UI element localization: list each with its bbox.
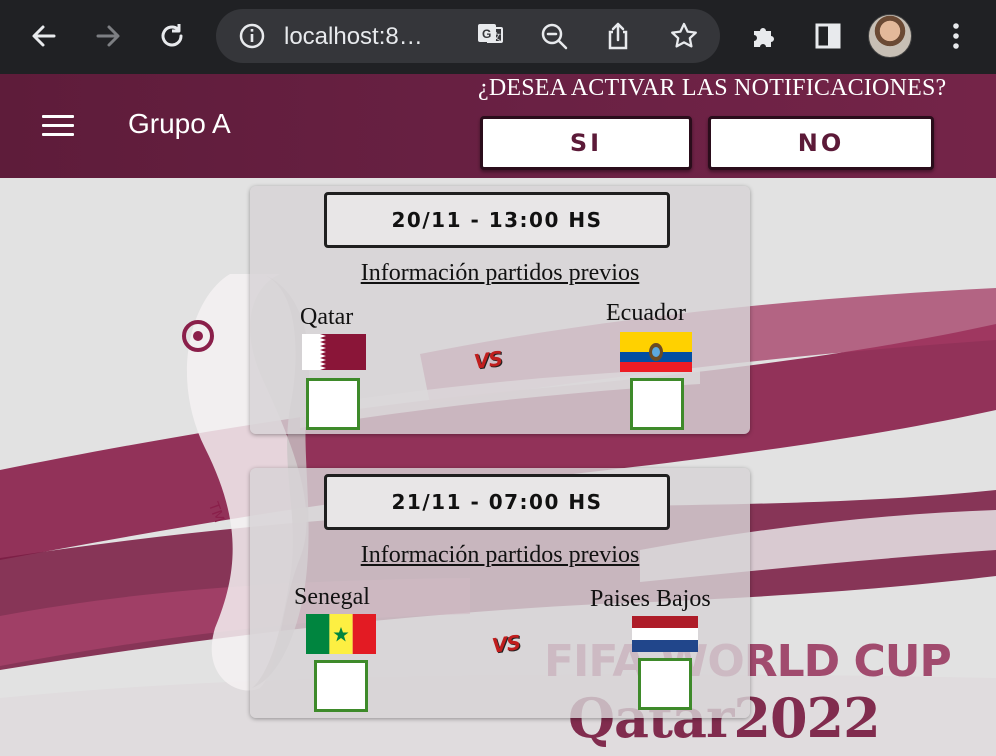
extensions-icon[interactable] [742,14,786,58]
more-icon[interactable] [934,14,978,58]
zoom-icon[interactable] [538,20,570,52]
ecuador-flag-icon [620,332,692,372]
qatar-flag-icon [302,334,366,370]
match-datetime: 20/11 - 13:00 HS [324,192,670,248]
url-text[interactable]: localhost:8… [284,23,423,51]
home-team-checkbox[interactable] [306,378,360,430]
away-team-checkbox[interactable] [638,658,692,710]
vs-label: VS [490,630,522,658]
notification-question: ¿DESEA ACTIVAR LAS NOTIFICACIONES? [478,75,947,101]
match-card: 20/11 - 13:00 HS Información partidos pr… [250,186,750,434]
browser-toolbar: localhost:8… G文 [0,0,996,74]
reload-icon[interactable] [150,14,194,58]
forward-icon[interactable] [86,14,130,58]
match-datetime: 21/11 - 07:00 HS [324,474,670,530]
svg-text:文: 文 [492,31,501,43]
away-team-checkbox[interactable] [630,378,684,430]
home-team-name: Senegal [294,584,370,610]
home-team-checkbox[interactable] [314,660,368,712]
hamburger-menu-icon[interactable] [42,115,74,139]
translate-icon[interactable]: G文 [474,20,506,52]
sidepanel-icon[interactable] [806,14,850,58]
away-team-name: Paises Bajos [590,586,711,612]
previous-matches-link[interactable]: Información partidos previos [250,542,750,569]
app-header: Grupo A ¿DESEA ACTIVAR LAS NOTIFICACIONE… [0,74,996,178]
notifications-no-button[interactable]: NO [708,116,934,170]
netherlands-flag-icon [632,616,698,652]
away-team-name: Ecuador [606,300,686,326]
vs-label: VS [472,346,504,374]
avatar[interactable] [868,14,912,58]
notifications-yes-button[interactable]: SI [480,116,692,170]
svg-text:G: G [482,27,491,41]
match-card: 21/11 - 07:00 HS Información partidos pr… [250,468,750,718]
share-icon[interactable] [602,20,634,52]
previous-matches-link[interactable]: Información partidos previos [250,260,750,287]
page-title: Grupo A [128,108,231,139]
star-icon[interactable] [668,20,700,52]
senegal-flag-icon [306,614,376,654]
back-icon[interactable] [22,14,66,58]
info-icon[interactable] [236,20,268,52]
address-bar[interactable]: localhost:8… G文 [216,9,720,63]
home-team-name: Qatar [300,304,354,330]
